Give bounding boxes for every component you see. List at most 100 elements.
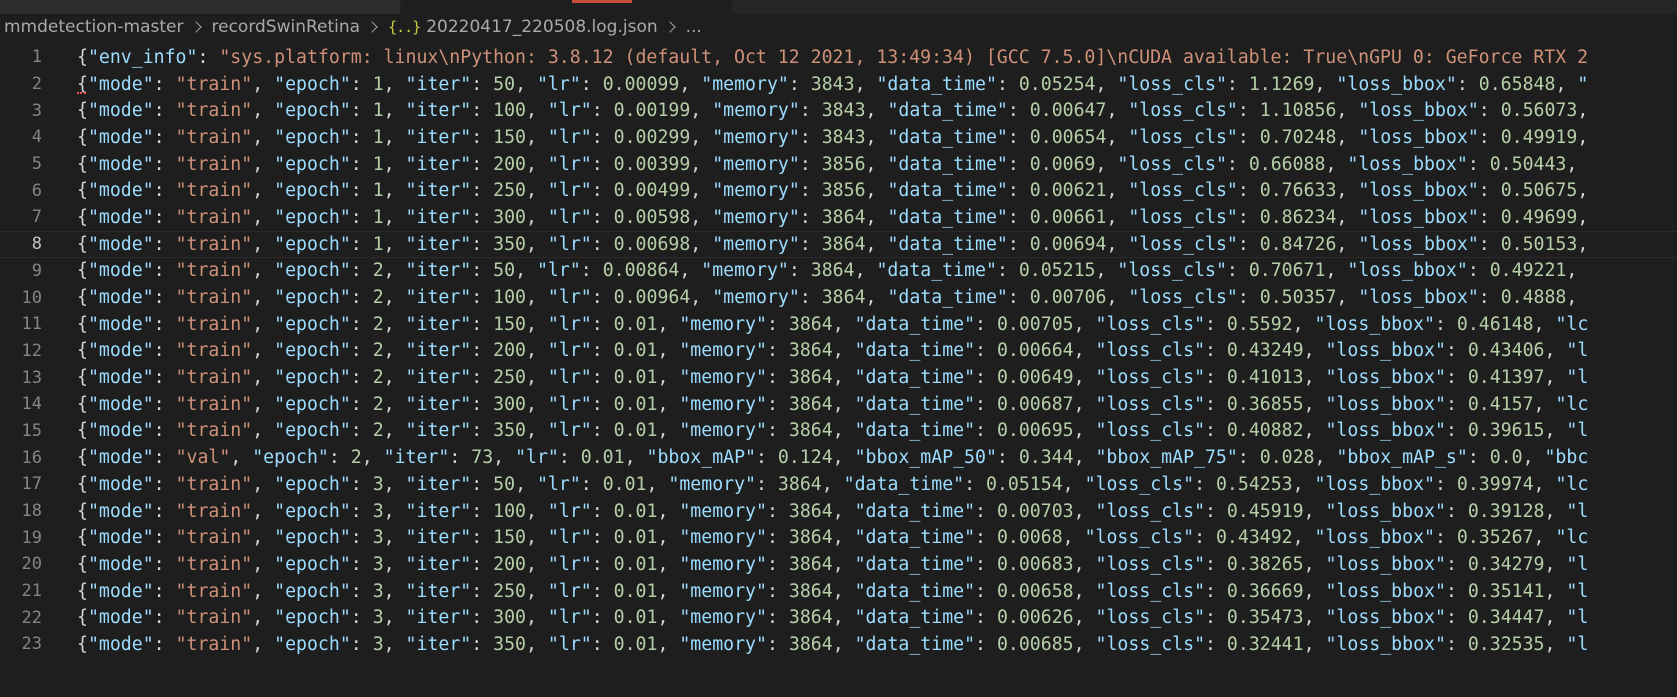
code-text: {"mode": "train", "epoch": 2, "iter": 35… (77, 420, 1588, 441)
code-line[interactable]: 8 {"mode": "train", "epoch": 1, "iter": 3… (0, 230, 1677, 258)
breadcrumb-symbols-ellipsis[interactable]: ... (686, 17, 702, 37)
code-token: "l (1566, 607, 1589, 629)
code-token: , (526, 553, 548, 575)
code-token: : (1445, 607, 1468, 629)
code-token: , (252, 313, 275, 335)
code-token: "train" (175, 233, 253, 255)
line-number: 11 (21, 314, 42, 335)
code-token: "mode" (87, 340, 154, 362)
code-line[interactable]: 1 {"env_info": "sys.platform: linux\nPyth… (0, 44, 1677, 71)
code-line[interactable]: 22 {"mode": "train", "epoch": 3, "iter": … (0, 604, 1677, 631)
inactive-tab[interactable] (0, 0, 401, 14)
code-token: , (252, 340, 275, 362)
code-token: , (657, 527, 680, 549)
code-token: : (975, 313, 997, 335)
code-token: "epoch" (274, 153, 351, 175)
code-token: "memory" (712, 287, 800, 309)
code-line[interactable]: 12 {"mode": "train", "epoch": 2, "iter": … (0, 338, 1677, 365)
code-line[interactable]: 14 {"mode": "train", "epoch": 2, "iter": … (0, 391, 1677, 418)
code-line[interactable]: 5 {"mode": "train", "epoch": 1, "iter": 2… (0, 151, 1677, 178)
breadcrumb-item-recordswinretina[interactable]: recordSwinRetina (212, 17, 361, 37)
code-token: : (580, 473, 603, 495)
code-token: "epoch" (274, 527, 351, 549)
code-token: 0.54253 (1215, 473, 1293, 495)
code-token: 0.124 (777, 447, 833, 469)
code-token: : (591, 393, 614, 415)
code-line[interactable]: 10 {"mode": "train", "epoch": 2, "iter": … (0, 284, 1677, 311)
editor-tab-strip (0, 0, 1677, 14)
code-token: , (252, 206, 275, 228)
code-token: : (153, 447, 176, 469)
code-token: 1 (372, 126, 384, 148)
code-token: "train" (175, 206, 253, 228)
code-token: 0.49221 (1489, 260, 1567, 282)
code-token: "data_time" (887, 153, 1008, 175)
code-token: 2 (350, 447, 362, 469)
code-token: , (821, 473, 844, 495)
code-line[interactable]: 15 {"mode": "train", "epoch": 2, "iter": … (0, 418, 1677, 445)
code-token: "l (1566, 553, 1589, 575)
code-line[interactable]: 17 {"mode": "train", "epoch": 3, "iter": … (0, 471, 1677, 498)
code-line[interactable]: 7 {"mode": "train", "epoch": 1, "iter": 3… (0, 204, 1677, 231)
code-token: 0.01 (613, 527, 658, 549)
code-token: , (657, 607, 680, 629)
code-line[interactable]: 21 {"mode": "train", "epoch": 3, "iter": … (0, 578, 1677, 605)
code-line[interactable]: 2 {"mode": "train", "epoch": 1, "iter": 5… (0, 71, 1677, 98)
code-token: 0.43249 (1226, 340, 1304, 362)
code-token: : (766, 553, 789, 575)
code-token: 250 (493, 580, 527, 602)
code-token: , (1336, 287, 1359, 309)
code-editor[interactable]: 1 {"env_info": "sys.platform: linux\nPyth… (0, 44, 1677, 697)
code-line[interactable]: 19 {"mode": "train", "epoch": 3, "iter": … (0, 524, 1677, 551)
code-token: 3864 (810, 260, 855, 282)
code-token: "epoch" (274, 340, 351, 362)
code-line[interactable]: 4 {"mode": "train", "epoch": 1, "iter": 1… (0, 124, 1677, 151)
code-token: , (526, 100, 548, 122)
breadcrumb-item-mmdetection-master[interactable]: mmdetection-master (4, 17, 184, 37)
code-token: "data_time" (887, 126, 1008, 148)
code-token: "loss_bbox" (1325, 393, 1446, 415)
code-token: 1 (372, 180, 384, 202)
code-token: : (1237, 233, 1260, 255)
code-line[interactable]: 18 {"mode": "train", "epoch": 3, "iter": … (0, 498, 1677, 525)
line-number: 17 (21, 474, 42, 495)
code-token: , (515, 473, 537, 495)
breadcrumb-item-log-file[interactable]: 20220417_220508.log.json (426, 17, 657, 37)
code-token: "train" (175, 287, 253, 309)
code-token: : (471, 633, 494, 655)
code-token: : (975, 340, 997, 362)
code-token: "loss_cls" (1128, 287, 1238, 309)
code-token: : (350, 287, 373, 309)
code-token: , (383, 367, 406, 389)
code-token: , (1106, 206, 1129, 228)
code-line[interactable]: 11 {"mode": "train", "epoch": 2, "iter": … (0, 311, 1677, 338)
code-token: "lr" (547, 287, 592, 309)
code-token: : (153, 206, 176, 228)
code-token: : (153, 153, 176, 175)
code-token: 3 (372, 500, 384, 522)
code-token: "loss_bbox" (1347, 153, 1468, 175)
code-line[interactable]: 23 {"mode": "train", "epoch": 3, "iter": … (0, 631, 1677, 658)
code-line[interactable]: 13 {"mode": "train", "epoch": 2, "iter": … (0, 364, 1677, 391)
code-line[interactable]: 6 {"mode": "train", "epoch": 1, "iter": 2… (0, 177, 1677, 204)
active-tab[interactable] (402, 0, 732, 14)
code-token: , (383, 500, 406, 522)
code-token: , (679, 260, 702, 282)
code-line[interactable]: 3 {"mode": "train", "epoch": 1, "iter": 1… (0, 97, 1677, 124)
code-token: : (350, 633, 373, 655)
code-text: {"mode": "train", "epoch": 1, "iter": 10… (77, 100, 1588, 121)
code-token: : (350, 126, 373, 148)
code-token: : (1445, 367, 1468, 389)
code-token: , (252, 553, 275, 575)
code-token: : (1205, 553, 1227, 575)
code-line[interactable]: 16 {"mode": "val", "epoch": 2, "iter": 73… (0, 444, 1677, 471)
code-token: , (526, 313, 548, 335)
code-token: "train" (175, 340, 253, 362)
code-line[interactable]: 9 {"mode": "train", "epoch": 2, "iter": 5… (0, 258, 1677, 285)
code-token: : (1205, 367, 1227, 389)
code-line[interactable]: 20 {"mode": "train", "epoch": 3, "iter": … (0, 551, 1677, 578)
code-token: 100 (493, 287, 527, 309)
code-token: "iter" (405, 126, 472, 148)
code-token: : (799, 153, 822, 175)
code-token: "mode" (87, 500, 154, 522)
